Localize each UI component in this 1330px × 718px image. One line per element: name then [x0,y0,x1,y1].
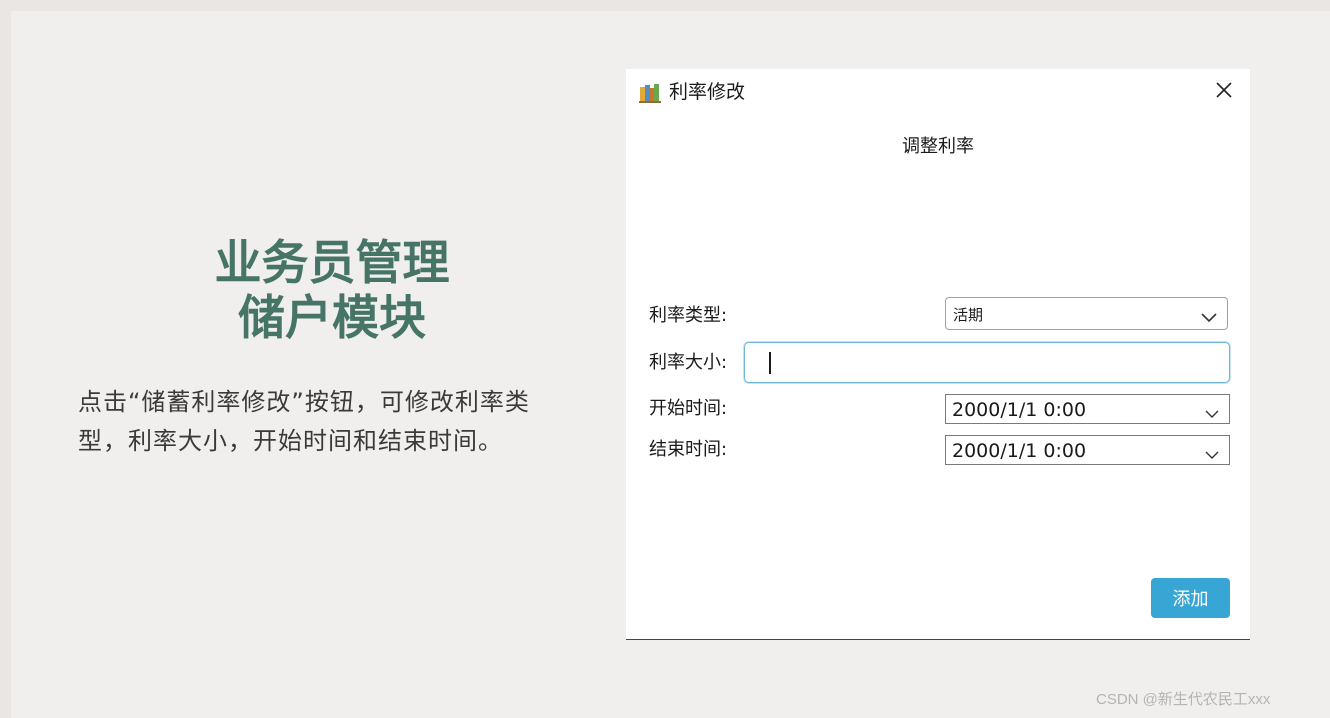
close-button[interactable] [1208,77,1240,107]
heading-line-1: 业务员管理 [214,236,450,291]
end-time-picker[interactable]: 2000/1/1 0:00 [945,435,1230,465]
text-caret [769,352,771,374]
start-time-value: 2000/1/1 0:00 [952,399,1087,421]
rate-type-select[interactable]: 活期 [945,297,1228,330]
rate-edit-dialog: 利率修改 调整利率 利率类型: 活期 利率大小: 开始时间: 2000/1/1 … [626,69,1250,640]
rate-type-value: 活期 [953,306,984,324]
watermark: CSDN @新生代农民工xxx [1096,691,1271,708]
section-title: 调整利率 [902,136,974,157]
start-time-label: 开始时间: [649,398,728,419]
rate-size-input[interactable] [744,342,1230,383]
rate-size-label: 利率大小: [649,352,728,373]
end-time-label: 结束时间: [649,439,728,460]
add-button[interactable]: 添加 [1151,578,1230,618]
start-time-picker[interactable]: 2000/1/1 0:00 [945,394,1230,424]
books-icon [638,81,662,105]
chevron-down-icon [1205,404,1219,423]
end-time-value: 2000/1/1 0:00 [952,440,1087,462]
slide-heading: 业务员管理 储户模块 [150,236,514,346]
window-title: 利率修改 [669,81,746,103]
slide-description: 点击“储蓄利率修改”按钮，可修改利率类型，利率大小，开始时间和结束时间。 [78,388,530,455]
close-icon [1215,81,1233,103]
dialog-titlebar: 利率修改 [626,69,1250,115]
heading-line-2: 储户模块 [238,291,426,346]
chevron-down-icon [1201,308,1217,327]
chevron-down-icon [1205,445,1219,464]
rate-type-label: 利率类型: [649,305,728,326]
